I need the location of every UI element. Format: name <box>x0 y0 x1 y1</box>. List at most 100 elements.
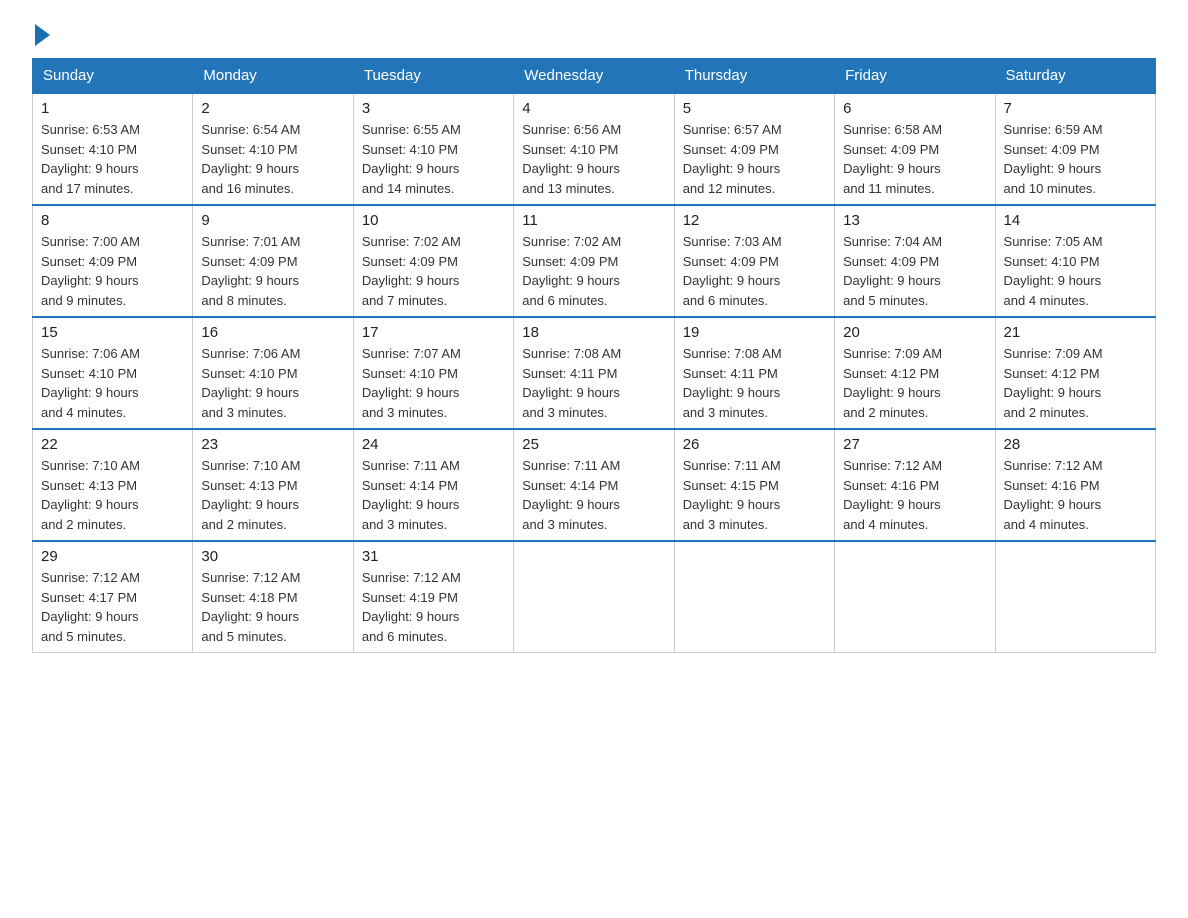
calendar-cell-5-3: 31 Sunrise: 7:12 AM Sunset: 4:19 PM Dayli… <box>353 541 513 653</box>
day-info: Sunrise: 7:10 AM Sunset: 4:13 PM Dayligh… <box>201 456 344 534</box>
day-info: Sunrise: 6:54 AM Sunset: 4:10 PM Dayligh… <box>201 120 344 198</box>
calendar-cell-1-7: 7 Sunrise: 6:59 AM Sunset: 4:09 PM Daylig… <box>995 93 1155 205</box>
day-number: 24 <box>362 436 505 453</box>
day-info: Sunrise: 6:53 AM Sunset: 4:10 PM Dayligh… <box>41 120 184 198</box>
day-info: Sunrise: 7:06 AM Sunset: 4:10 PM Dayligh… <box>41 344 184 422</box>
page-header <box>32 24 1156 46</box>
calendar-cell-5-5 <box>674 541 834 653</box>
day-info: Sunrise: 7:12 AM Sunset: 4:17 PM Dayligh… <box>41 568 184 646</box>
calendar-cell-3-2: 16 Sunrise: 7:06 AM Sunset: 4:10 PM Dayli… <box>193 317 353 429</box>
day-number: 23 <box>201 436 344 453</box>
day-info: Sunrise: 7:01 AM Sunset: 4:09 PM Dayligh… <box>201 232 344 310</box>
calendar-cell-2-4: 11 Sunrise: 7:02 AM Sunset: 4:09 PM Dayli… <box>514 205 674 317</box>
day-info: Sunrise: 6:58 AM Sunset: 4:09 PM Dayligh… <box>843 120 986 198</box>
calendar-week-row-5: 29 Sunrise: 7:12 AM Sunset: 4:17 PM Dayli… <box>33 541 1156 653</box>
day-info: Sunrise: 7:12 AM Sunset: 4:19 PM Dayligh… <box>362 568 505 646</box>
calendar-cell-4-5: 26 Sunrise: 7:11 AM Sunset: 4:15 PM Dayli… <box>674 429 834 541</box>
day-number: 19 <box>683 324 826 341</box>
day-info: Sunrise: 7:12 AM Sunset: 4:16 PM Dayligh… <box>1004 456 1147 534</box>
calendar-header-wednesday: Wednesday <box>514 59 674 94</box>
calendar-cell-3-1: 15 Sunrise: 7:06 AM Sunset: 4:10 PM Dayli… <box>33 317 193 429</box>
day-number: 11 <box>522 212 665 229</box>
day-info: Sunrise: 7:04 AM Sunset: 4:09 PM Dayligh… <box>843 232 986 310</box>
calendar-cell-2-5: 12 Sunrise: 7:03 AM Sunset: 4:09 PM Dayli… <box>674 205 834 317</box>
calendar-cell-4-3: 24 Sunrise: 7:11 AM Sunset: 4:14 PM Dayli… <box>353 429 513 541</box>
day-number: 12 <box>683 212 826 229</box>
day-info: Sunrise: 7:05 AM Sunset: 4:10 PM Dayligh… <box>1004 232 1147 310</box>
calendar-cell-4-4: 25 Sunrise: 7:11 AM Sunset: 4:14 PM Dayli… <box>514 429 674 541</box>
calendar-week-row-1: 1 Sunrise: 6:53 AM Sunset: 4:10 PM Daylig… <box>33 93 1156 205</box>
day-info: Sunrise: 6:56 AM Sunset: 4:10 PM Dayligh… <box>522 120 665 198</box>
day-info: Sunrise: 7:00 AM Sunset: 4:09 PM Dayligh… <box>41 232 184 310</box>
calendar-cell-5-6 <box>835 541 995 653</box>
day-number: 25 <box>522 436 665 453</box>
calendar-cell-5-4 <box>514 541 674 653</box>
calendar-week-row-2: 8 Sunrise: 7:00 AM Sunset: 4:09 PM Daylig… <box>33 205 1156 317</box>
day-info: Sunrise: 7:11 AM Sunset: 4:15 PM Dayligh… <box>683 456 826 534</box>
calendar-cell-5-2: 30Sunrise: 7:12 AM Sunset: 4:18 PM Dayli… <box>193 541 353 653</box>
day-info: Sunrise: 6:55 AM Sunset: 4:10 PM Dayligh… <box>362 120 505 198</box>
day-info: Sunrise: 7:10 AM Sunset: 4:13 PM Dayligh… <box>41 456 184 534</box>
calendar-cell-5-7 <box>995 541 1155 653</box>
logo-arrow-icon <box>35 24 50 46</box>
day-number: 14 <box>1004 212 1147 229</box>
day-info: Sunrise: 7:02 AM Sunset: 4:09 PM Dayligh… <box>362 232 505 310</box>
day-number: 6 <box>843 100 986 117</box>
day-number: 17 <box>362 324 505 341</box>
day-number: 27 <box>843 436 986 453</box>
calendar-cell-1-1: 1 Sunrise: 6:53 AM Sunset: 4:10 PM Daylig… <box>33 93 193 205</box>
logo <box>32 24 50 46</box>
day-number: 31 <box>362 548 505 565</box>
calendar-cell-1-2: 2 Sunrise: 6:54 AM Sunset: 4:10 PM Daylig… <box>193 93 353 205</box>
day-info: Sunrise: 7:12 AM Sunset: 4:18 PM Dayligh… <box>201 568 344 646</box>
day-number: 29 <box>41 548 184 565</box>
day-number: 8 <box>41 212 184 229</box>
calendar-cell-1-3: 3Sunrise: 6:55 AM Sunset: 4:10 PM Daylig… <box>353 93 513 205</box>
day-info: Sunrise: 6:57 AM Sunset: 4:09 PM Dayligh… <box>683 120 826 198</box>
calendar-header-thursday: Thursday <box>674 59 834 94</box>
day-info: Sunrise: 7:08 AM Sunset: 4:11 PM Dayligh… <box>522 344 665 422</box>
day-number: 13 <box>843 212 986 229</box>
calendar-cell-2-2: 9Sunrise: 7:01 AM Sunset: 4:09 PM Daylig… <box>193 205 353 317</box>
calendar-cell-2-3: 10Sunrise: 7:02 AM Sunset: 4:09 PM Dayli… <box>353 205 513 317</box>
day-info: Sunrise: 7:03 AM Sunset: 4:09 PM Dayligh… <box>683 232 826 310</box>
day-number: 18 <box>522 324 665 341</box>
day-number: 7 <box>1004 100 1147 117</box>
day-number: 2 <box>201 100 344 117</box>
day-number: 16 <box>201 324 344 341</box>
day-number: 4 <box>522 100 665 117</box>
calendar-cell-1-5: 5Sunrise: 6:57 AM Sunset: 4:09 PM Daylig… <box>674 93 834 205</box>
calendar-week-row-3: 15 Sunrise: 7:06 AM Sunset: 4:10 PM Dayli… <box>33 317 1156 429</box>
calendar-header-friday: Friday <box>835 59 995 94</box>
calendar-cell-2-1: 8 Sunrise: 7:00 AM Sunset: 4:09 PM Daylig… <box>33 205 193 317</box>
day-info: Sunrise: 7:02 AM Sunset: 4:09 PM Dayligh… <box>522 232 665 310</box>
calendar-header-monday: Monday <box>193 59 353 94</box>
calendar-cell-2-7: 14 Sunrise: 7:05 AM Sunset: 4:10 PM Dayli… <box>995 205 1155 317</box>
day-number: 1 <box>41 100 184 117</box>
calendar-cell-3-7: 21Sunrise: 7:09 AM Sunset: 4:12 PM Dayli… <box>995 317 1155 429</box>
calendar-header-saturday: Saturday <box>995 59 1155 94</box>
calendar-cell-4-7: 28 Sunrise: 7:12 AM Sunset: 4:16 PM Dayli… <box>995 429 1155 541</box>
day-number: 26 <box>683 436 826 453</box>
calendar-cell-4-1: 22 Sunrise: 7:10 AM Sunset: 4:13 PM Dayli… <box>33 429 193 541</box>
calendar-cell-2-6: 13 Sunrise: 7:04 AM Sunset: 4:09 PM Dayli… <box>835 205 995 317</box>
calendar-cell-4-6: 27Sunrise: 7:12 AM Sunset: 4:16 PM Dayli… <box>835 429 995 541</box>
calendar-cell-1-4: 4 Sunrise: 6:56 AM Sunset: 4:10 PM Daylig… <box>514 93 674 205</box>
calendar-cell-1-6: 6 Sunrise: 6:58 AM Sunset: 4:09 PM Daylig… <box>835 93 995 205</box>
day-info: Sunrise: 7:09 AM Sunset: 4:12 PM Dayligh… <box>1004 344 1147 422</box>
calendar-week-row-4: 22 Sunrise: 7:10 AM Sunset: 4:13 PM Dayli… <box>33 429 1156 541</box>
day-number: 20 <box>843 324 986 341</box>
calendar-cell-3-3: 17Sunrise: 7:07 AM Sunset: 4:10 PM Dayli… <box>353 317 513 429</box>
calendar-cell-5-1: 29 Sunrise: 7:12 AM Sunset: 4:17 PM Dayli… <box>33 541 193 653</box>
day-info: Sunrise: 7:11 AM Sunset: 4:14 PM Dayligh… <box>362 456 505 534</box>
day-number: 22 <box>41 436 184 453</box>
day-info: Sunrise: 7:11 AM Sunset: 4:14 PM Dayligh… <box>522 456 665 534</box>
day-number: 15 <box>41 324 184 341</box>
day-info: Sunrise: 6:59 AM Sunset: 4:09 PM Dayligh… <box>1004 120 1147 198</box>
day-info: Sunrise: 7:06 AM Sunset: 4:10 PM Dayligh… <box>201 344 344 422</box>
calendar-cell-4-2: 23 Sunrise: 7:10 AM Sunset: 4:13 PM Dayli… <box>193 429 353 541</box>
day-number: 28 <box>1004 436 1147 453</box>
calendar-header-tuesday: Tuesday <box>353 59 513 94</box>
calendar-cell-3-6: 20Sunrise: 7:09 AM Sunset: 4:12 PM Dayli… <box>835 317 995 429</box>
calendar-header-sunday: Sunday <box>33 59 193 94</box>
